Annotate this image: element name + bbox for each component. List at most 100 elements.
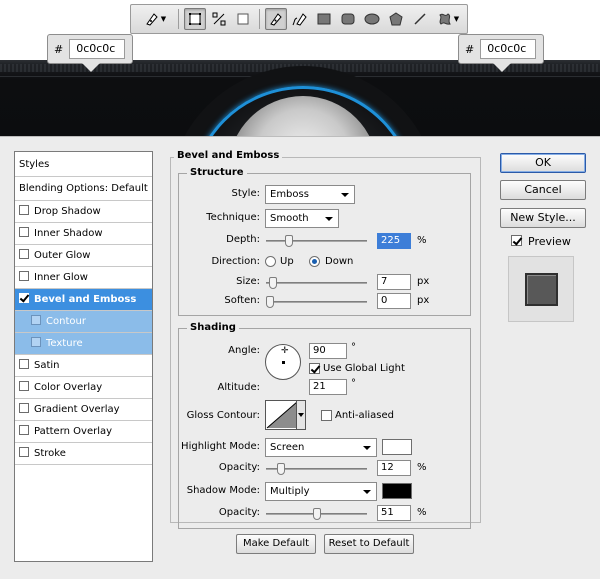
checkbox[interactable]: [19, 381, 29, 391]
soften-slider-thumb[interactable]: [266, 296, 274, 308]
shadow-mode-label: Shadow Mode:: [186, 485, 260, 496]
direction-down-label: Down: [325, 256, 354, 267]
size-slider[interactable]: [266, 277, 367, 289]
rounded-rectangle-tool-button[interactable]: [337, 8, 359, 30]
style-item-outer-glow[interactable]: Outer Glow: [15, 245, 152, 267]
polygon-tool-button[interactable]: [385, 8, 407, 30]
shadow-mode-dropdown[interactable]: Multiply: [265, 482, 377, 501]
paths-button[interactable]: [208, 8, 230, 30]
style-item-contour[interactable]: Contour: [15, 311, 152, 333]
style-item-satin[interactable]: Satin: [15, 355, 152, 377]
blending-options-item[interactable]: Blending Options: Default: [15, 177, 152, 201]
style-item-gradient-overlay[interactable]: Gradient Overlay: [15, 399, 152, 421]
checkbox[interactable]: [19, 205, 29, 215]
ok-button[interactable]: OK: [500, 153, 586, 173]
angle-degree: °: [351, 342, 356, 353]
highlight-color-swatch[interactable]: [382, 439, 412, 455]
callout-pointer: [493, 63, 511, 72]
custom-shape-tool-button[interactable]: ▼: [433, 8, 463, 30]
style-item-pattern-overlay[interactable]: Pattern Overlay: [15, 421, 152, 443]
shadow-opacity-field[interactable]: 51: [377, 505, 411, 521]
checkbox[interactable]: [31, 315, 41, 325]
chevron-down-icon: [341, 193, 349, 197]
depth-slider-thumb[interactable]: [285, 235, 293, 247]
line-icon: [413, 12, 427, 26]
style-item-stroke[interactable]: Stroke: [15, 443, 152, 465]
highlight-opacity-slider-thumb[interactable]: [277, 463, 285, 475]
styles-header[interactable]: Styles: [15, 152, 152, 177]
color-callout-left: # 0c0c0c: [47, 34, 133, 72]
hex-color-value: 0c0c0c: [69, 39, 126, 59]
technique-label: Technique:: [206, 212, 260, 223]
style-item-texture[interactable]: Texture: [15, 333, 152, 355]
shadow-color-swatch[interactable]: [382, 483, 412, 499]
preview-swatch: [525, 273, 558, 306]
style-label: Style:: [231, 188, 261, 199]
highlight-mode-dropdown[interactable]: Screen: [265, 438, 377, 457]
highlight-opacity-slider[interactable]: [266, 463, 367, 475]
highlight-mode-value: Screen: [270, 442, 305, 453]
rectangle-tool-button[interactable]: [313, 8, 335, 30]
pen-icon: [268, 11, 284, 27]
freeform-pen-icon: [292, 11, 308, 27]
depth-slider[interactable]: [266, 235, 367, 247]
style-dropdown[interactable]: Emboss: [265, 185, 355, 204]
highlight-mode-label: Highlight Mode:: [181, 441, 260, 452]
make-default-button[interactable]: Make Default: [236, 534, 316, 554]
hex-color-value: 0c0c0c: [480, 39, 537, 59]
checkbox[interactable]: [19, 403, 29, 413]
checkbox[interactable]: [19, 227, 29, 237]
custom-shape-icon: [437, 12, 453, 26]
angle-field[interactable]: 90: [309, 343, 347, 359]
shadow-opacity-slider-thumb[interactable]: [313, 508, 321, 520]
use-global-light-checkbox[interactable]: [309, 363, 320, 374]
cancel-button[interactable]: Cancel: [500, 180, 586, 200]
chevron-down-icon: [298, 413, 304, 417]
highlight-opacity-unit: %: [417, 462, 427, 473]
size-label: Size:: [236, 276, 260, 287]
style-item-inner-glow[interactable]: Inner Glow: [15, 267, 152, 289]
preview-checkbox[interactable]: [511, 235, 522, 246]
reset-to-default-button[interactable]: Reset to Default: [324, 534, 414, 554]
style-item-bevel-and-emboss[interactable]: Bevel and Emboss: [15, 289, 152, 311]
fill-pixels-icon: [237, 13, 249, 25]
angle-dial[interactable]: ✛: [265, 344, 301, 380]
chevron-down-icon: [363, 490, 371, 494]
checkbox[interactable]: [19, 249, 29, 259]
altitude-field[interactable]: 21: [309, 379, 347, 395]
technique-dropdown[interactable]: Smooth: [265, 209, 339, 228]
style-item-color-overlay[interactable]: Color Overlay: [15, 377, 152, 399]
checkbox-checked[interactable]: [19, 293, 29, 303]
style-item-inner-shadow[interactable]: Inner Shadow: [15, 223, 152, 245]
style-item-drop-shadow[interactable]: Drop Shadow: [15, 201, 152, 223]
tool-preset-picker[interactable]: ▼: [137, 8, 173, 30]
toolbar-separator: [259, 9, 260, 29]
ellipse-tool-button[interactable]: [361, 8, 383, 30]
checkbox[interactable]: [19, 447, 29, 457]
shadow-opacity-slider[interactable]: [266, 508, 367, 520]
gloss-contour-dropdown[interactable]: [296, 400, 306, 430]
gloss-contour-label: Gloss Contour:: [186, 410, 260, 421]
depth-field[interactable]: 225: [377, 233, 411, 249]
line-tool-button[interactable]: [409, 8, 431, 30]
size-field[interactable]: 7: [377, 274, 411, 290]
checkbox[interactable]: [19, 425, 29, 435]
soften-field[interactable]: 0: [377, 293, 411, 309]
anti-aliased-checkbox[interactable]: [321, 410, 332, 421]
direction-down-radio[interactable]: [309, 256, 320, 267]
shape-layers-button[interactable]: [184, 8, 206, 30]
callout-pointer: [82, 63, 100, 72]
rectangle-icon: [317, 12, 331, 26]
fill-pixels-button[interactable]: [232, 8, 254, 30]
checkbox[interactable]: [19, 359, 29, 369]
pen-tool-preset-icon: [144, 11, 160, 27]
highlight-opacity-field[interactable]: 12: [377, 460, 411, 476]
freeform-pen-button[interactable]: [289, 8, 311, 30]
new-style-button[interactable]: New Style...: [500, 208, 586, 228]
size-slider-thumb[interactable]: [269, 277, 277, 289]
checkbox[interactable]: [19, 271, 29, 281]
soften-slider[interactable]: [266, 296, 367, 308]
direction-up-radio[interactable]: [265, 256, 276, 267]
pen-button[interactable]: [265, 8, 287, 30]
checkbox[interactable]: [31, 337, 41, 347]
